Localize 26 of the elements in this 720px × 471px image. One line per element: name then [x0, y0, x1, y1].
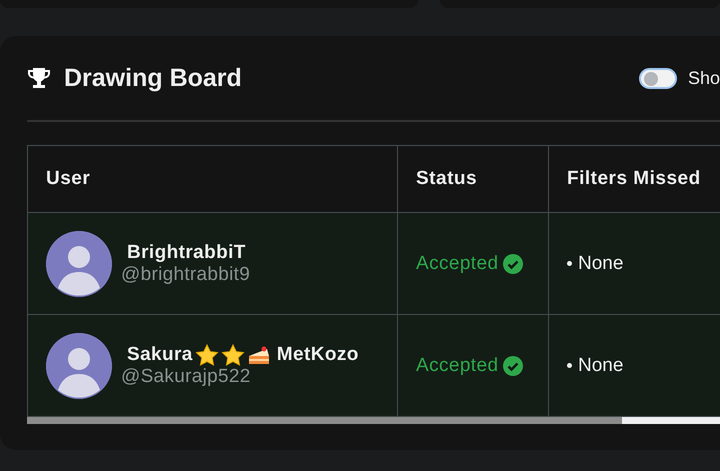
filter-item: None: [578, 354, 624, 376]
check-icon: [503, 356, 524, 376]
horizontal-scrollbar[interactable]: [27, 417, 720, 424]
cake-icon: [246, 344, 271, 366]
trophy-icon: [27, 67, 51, 89]
star-icon: [194, 344, 219, 366]
status-text: Accepted: [416, 354, 498, 376]
check-icon: [503, 254, 524, 274]
user-handle: @brightrabbit9: [121, 264, 250, 286]
user-handle: @Sakurajp522: [121, 366, 252, 388]
toggle-label: Sho: [688, 68, 720, 88]
user-name: Sakura: [127, 344, 193, 366]
star-icon: [220, 344, 245, 366]
user-name: BrightrabbiT: [127, 242, 246, 264]
column-header: User: [28, 146, 398, 212]
avatar: [46, 230, 112, 296]
column-header: Status: [398, 146, 548, 212]
toggle-switch[interactable]: [638, 68, 677, 88]
filter-item: None: [578, 252, 624, 274]
column-header: Filters Missed: [548, 146, 720, 212]
bullet-icon: [567, 363, 572, 368]
bullet-icon: [567, 261, 572, 266]
status-text: Accepted: [416, 252, 498, 274]
avatar: [46, 332, 112, 398]
user-name: MetKozo: [276, 344, 359, 366]
panel-title: Drawing Board: [64, 64, 243, 92]
